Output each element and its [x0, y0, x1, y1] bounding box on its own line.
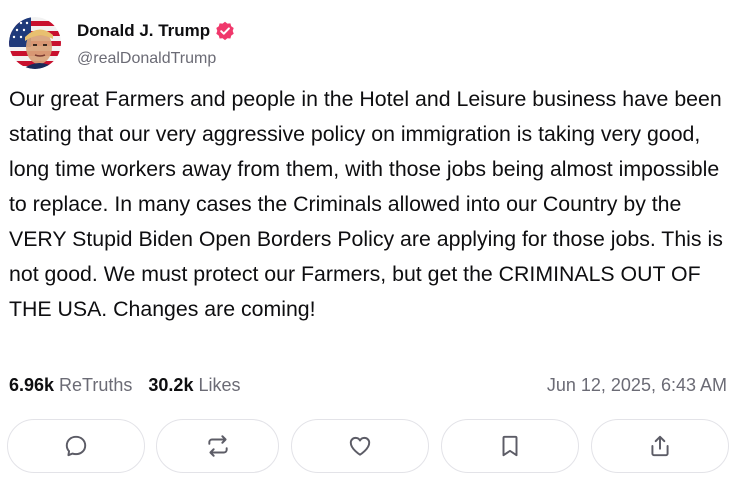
post-card: Donald J. Trump @realDonaldTrump Our gre…	[0, 0, 747, 489]
repost-icon	[207, 435, 228, 457]
action-bar	[7, 419, 729, 473]
author-name[interactable]: Donald J. Trump	[77, 20, 235, 42]
retruths-stat[interactable]: 6.96k ReTruths	[9, 372, 132, 398]
bookmark-icon	[502, 435, 518, 457]
flag-portrait-avatar-icon	[9, 17, 61, 69]
likes-count: 30.2k	[148, 375, 194, 395]
likes-label: Likes	[198, 375, 241, 395]
author-avatar[interactable]	[9, 17, 61, 69]
likes-stat[interactable]: 30.2k Likes	[148, 372, 240, 398]
share-icon	[651, 435, 669, 457]
heart-icon	[349, 436, 371, 456]
verified-badge-icon	[215, 21, 235, 41]
bookmark-button[interactable]	[441, 419, 579, 473]
post-timestamp[interactable]: Jun 12, 2025, 6:43 AM	[547, 372, 727, 398]
retruth-button[interactable]	[156, 419, 279, 473]
author-name-text: Donald J. Trump	[77, 21, 211, 40]
like-button[interactable]	[291, 419, 429, 473]
post-stats: 6.96k ReTruths 30.2k Likes	[9, 372, 240, 398]
retruths-count: 6.96k	[9, 375, 55, 395]
reply-button[interactable]	[7, 419, 145, 473]
retruths-label: ReTruths	[59, 375, 133, 395]
share-button[interactable]	[591, 419, 729, 473]
post-content: Our great Farmers and people in the Hote…	[9, 87, 729, 321]
author-handle[interactable]: @realDonaldTrump	[77, 48, 216, 70]
comment-icon	[65, 435, 87, 457]
